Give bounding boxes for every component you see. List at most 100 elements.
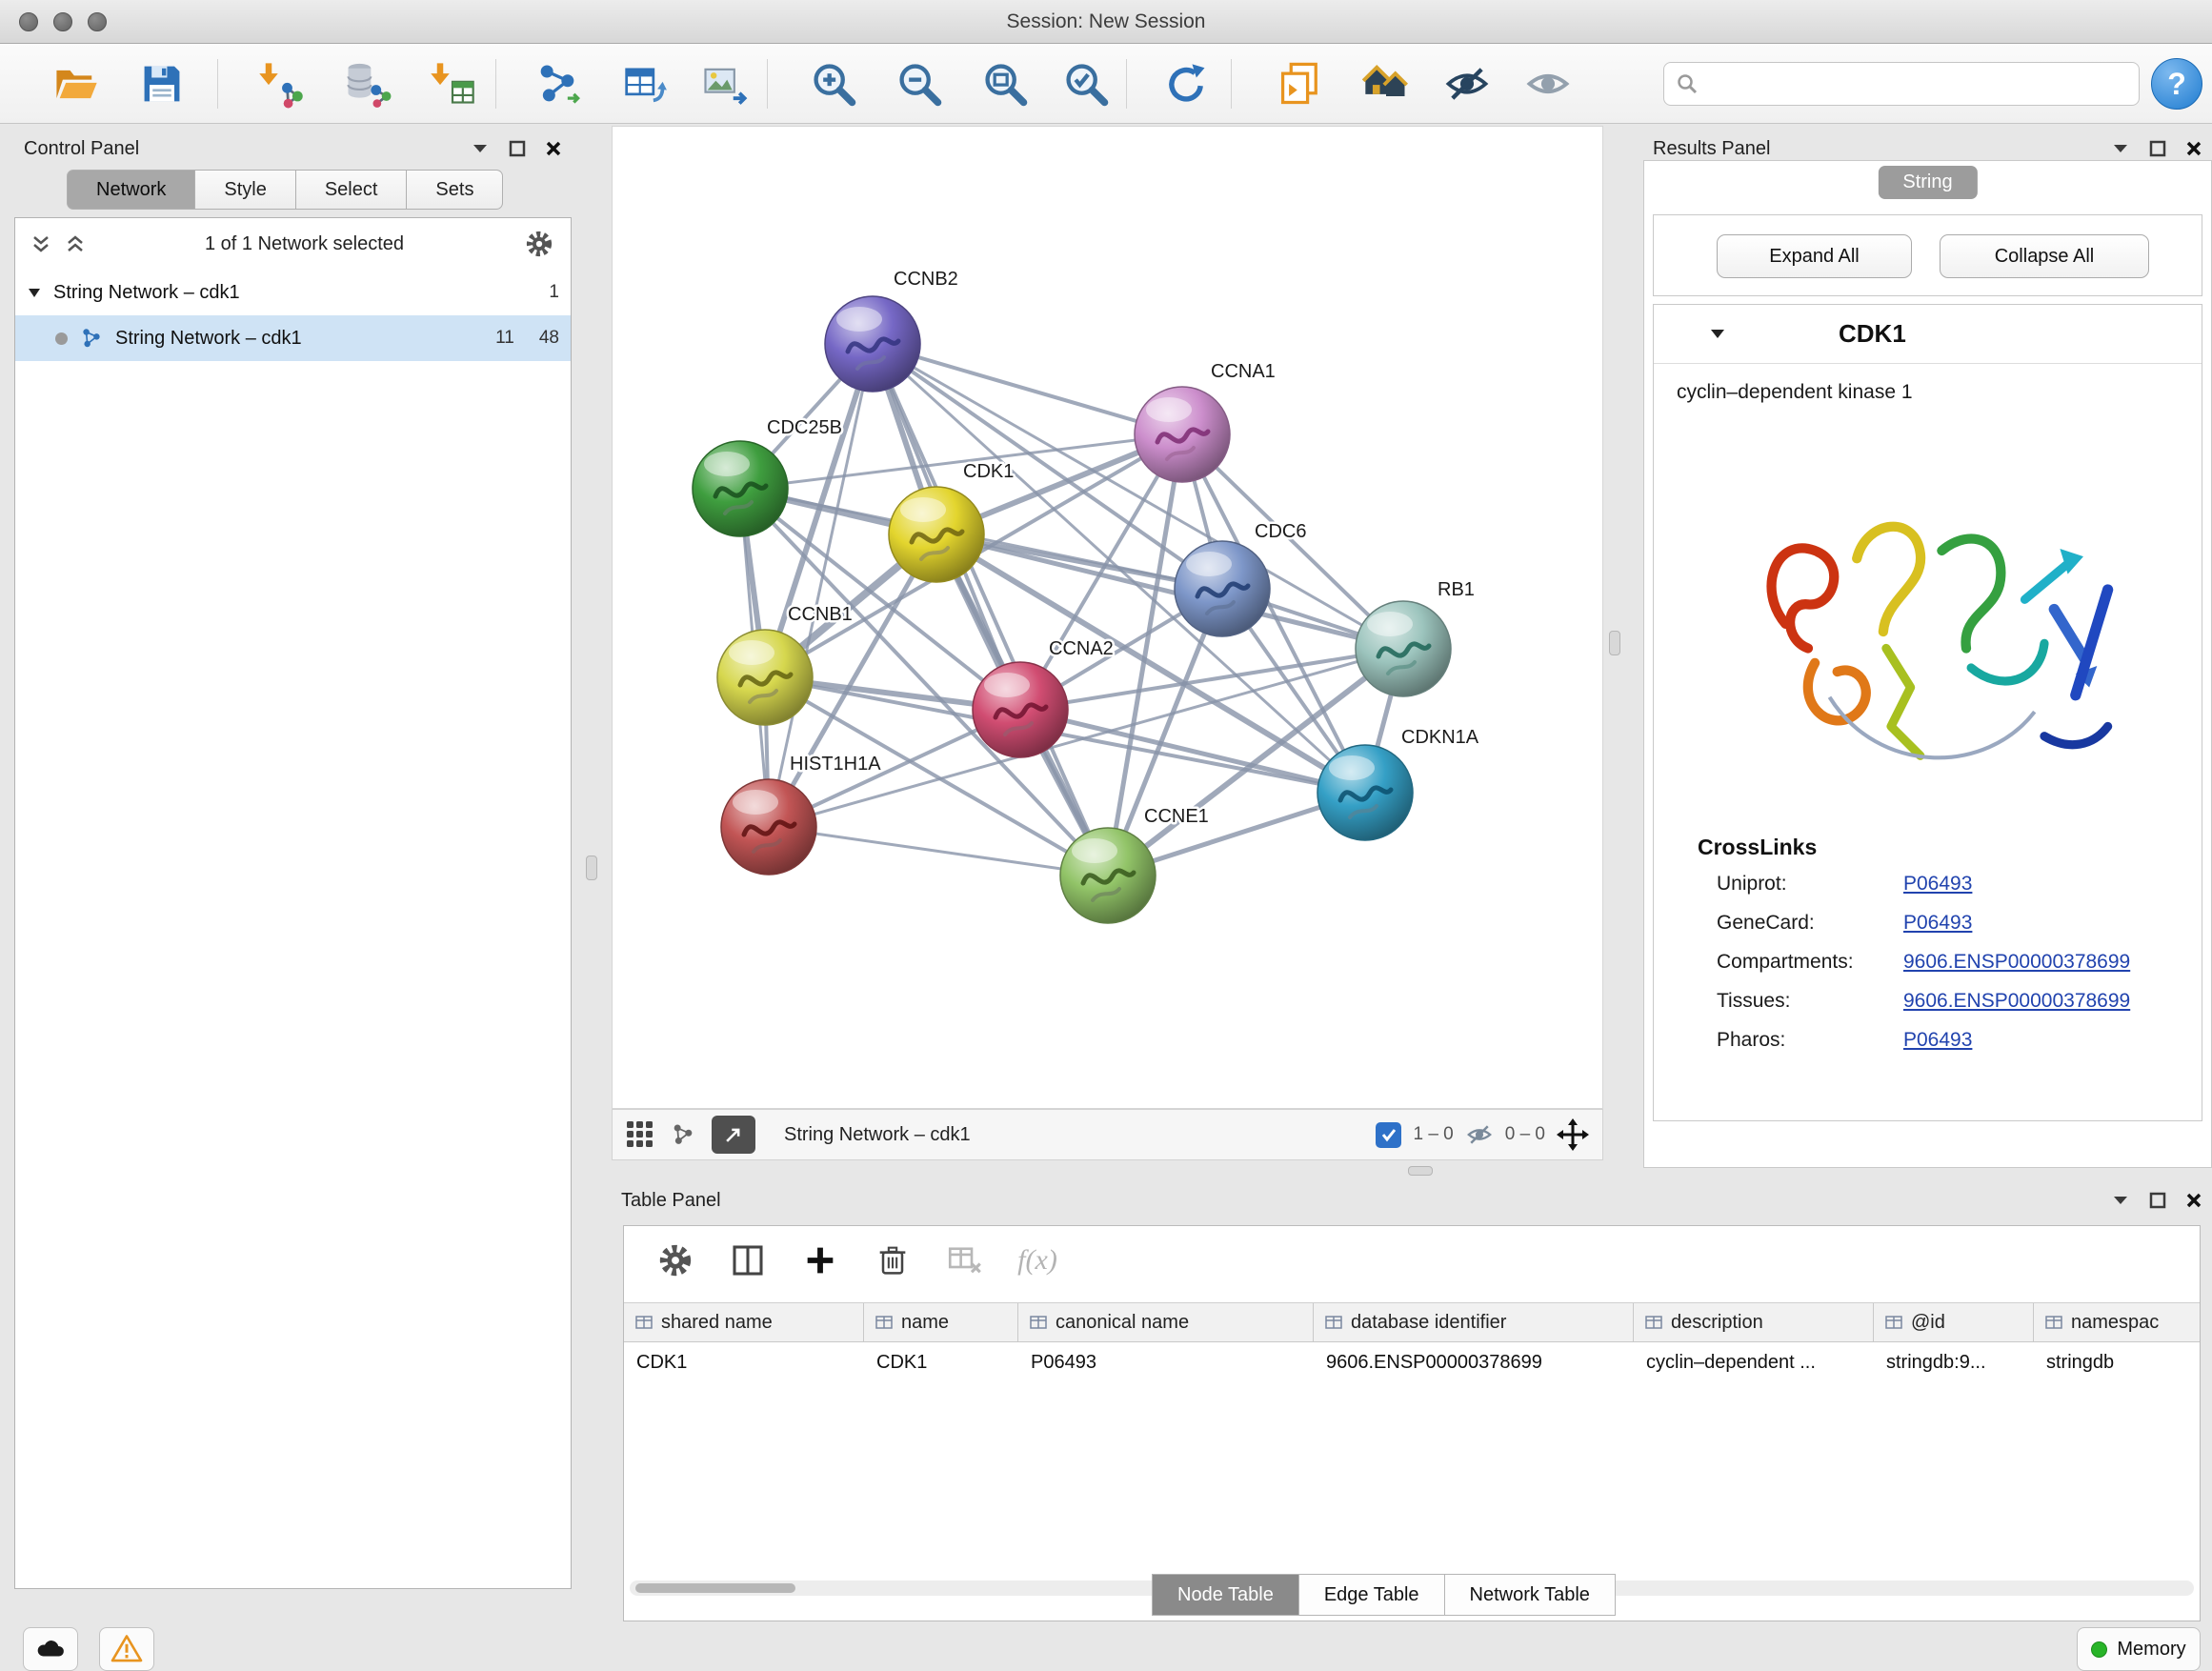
table-panel-menu-button[interactable] xyxy=(2111,1194,2130,1207)
tab-sets[interactable]: Sets xyxy=(407,170,503,210)
results-panel-title: Results Panel xyxy=(1653,138,1770,160)
collapse-all-button[interactable]: Collapse All xyxy=(1940,234,2149,278)
control-panel-close-button[interactable] xyxy=(545,140,562,157)
results-panel-float-button[interactable] xyxy=(2149,140,2166,157)
network-share-button[interactable] xyxy=(670,1121,696,1148)
network-row[interactable]: String Network – cdk1 11 48 xyxy=(15,315,571,361)
column-header-id[interactable]: @id xyxy=(1874,1303,2034,1341)
cloud-status-button[interactable] xyxy=(23,1627,78,1671)
column-header-namespace[interactable]: namespac xyxy=(2034,1303,2200,1341)
save-session-button[interactable] xyxy=(133,55,191,112)
results-tab-string[interactable]: String xyxy=(1878,166,1977,199)
protein-disclosure-icon[interactable] xyxy=(1709,328,1726,340)
import-table-from-file-button[interactable] xyxy=(424,55,481,112)
homes-button[interactable] xyxy=(1357,55,1415,112)
tab-edge-table[interactable]: Edge Table xyxy=(1299,1574,1445,1616)
search-icon xyxy=(1676,72,1699,95)
export-image-button[interactable] xyxy=(695,55,753,112)
table-panel-float-button[interactable] xyxy=(2149,1192,2166,1209)
cell-id[interactable]: stringdb:9... xyxy=(1874,1352,2034,1374)
search-input[interactable] xyxy=(1706,73,2127,95)
memory-button[interactable]: Memory xyxy=(2077,1627,2201,1671)
cell-name[interactable]: CDK1 xyxy=(864,1352,1018,1374)
birdseye-grid-button[interactable] xyxy=(626,1120,654,1149)
import-network-from-file-button[interactable] xyxy=(252,55,310,112)
maximize-window-button[interactable] xyxy=(88,12,107,31)
column-header-name[interactable]: name xyxy=(864,1303,1018,1341)
crosslink-pharos-link[interactable]: P06493 xyxy=(1903,1029,2193,1052)
network-edge-CCNB2-CCNA1[interactable] xyxy=(873,344,1182,434)
column-header-description[interactable]: description xyxy=(1634,1303,1874,1341)
network-graph[interactable]: CCNB2CCNA1CDC25BCDK1CDC6RB1CCNB1CCNA2CDK… xyxy=(613,127,1602,1108)
create-table-button[interactable] xyxy=(614,55,672,112)
tab-node-table[interactable]: Node Table xyxy=(1152,1574,1299,1616)
close-window-button[interactable] xyxy=(19,12,38,31)
bottom-splitter-handle[interactable] xyxy=(1408,1166,1433,1176)
selected-checkbox-icon[interactable] xyxy=(1376,1122,1401,1148)
expand-all-button[interactable]: Expand All xyxy=(1717,234,1912,278)
cell-shared-name[interactable]: CDK1 xyxy=(624,1352,864,1374)
tab-select[interactable]: Select xyxy=(296,170,408,210)
expand-tree-button[interactable] xyxy=(30,234,51,253)
save-floppy-icon xyxy=(137,59,187,109)
control-panel-menu-button[interactable] xyxy=(471,142,490,155)
zoom-selected-button[interactable] xyxy=(1057,55,1115,112)
disclosure-triangle-icon[interactable] xyxy=(27,287,42,298)
protein-header[interactable]: CDK1 xyxy=(1654,305,2202,364)
column-header-database-identifier[interactable]: database identifier xyxy=(1314,1303,1634,1341)
zoom-fit-button[interactable] xyxy=(976,55,1034,112)
crosslink-genecard-link[interactable]: P06493 xyxy=(1903,912,2193,935)
column-header-shared-name[interactable]: shared name xyxy=(624,1303,864,1341)
hidden-eye-icon[interactable] xyxy=(1465,1120,1494,1149)
results-panel-menu-button[interactable] xyxy=(2111,142,2130,155)
table-horizontal-scrollbar-thumb[interactable] xyxy=(635,1583,795,1593)
crosslink-uniprot-link[interactable]: P06493 xyxy=(1903,873,2193,896)
network-options-gear-button[interactable] xyxy=(523,228,555,260)
network-edge-HIST1H1A-CCNE1[interactable] xyxy=(769,827,1108,876)
protein-name: CDK1 xyxy=(1839,319,1906,349)
documents-icon xyxy=(1276,59,1325,109)
collapse-tree-button[interactable] xyxy=(65,234,86,253)
import-from-ndex-button[interactable] xyxy=(1272,55,1329,112)
apply-layout-button[interactable] xyxy=(1157,55,1215,112)
table-panel-close-button[interactable] xyxy=(2185,1192,2202,1209)
hide-graphics-details-button[interactable] xyxy=(1438,55,1496,112)
tab-network[interactable]: Network xyxy=(67,170,195,210)
right-splitter-handle[interactable] xyxy=(1609,631,1620,655)
network-canvas[interactable]: CCNB2CCNA1CDC25BCDK1CDC6RB1CCNB1CCNA2CDK… xyxy=(612,126,1603,1109)
cell-canonical-name[interactable]: P06493 xyxy=(1018,1352,1314,1374)
add-column-button[interactable] xyxy=(797,1238,843,1283)
eye-slash-icon xyxy=(1442,59,1492,109)
pan-crosshair-button[interactable] xyxy=(1557,1118,1589,1151)
control-panel-float-button[interactable] xyxy=(509,140,526,157)
tab-network-table[interactable]: Network Table xyxy=(1445,1574,1616,1616)
network-edge-CCNA2-CDKN1A[interactable] xyxy=(1020,710,1365,793)
cell-database-identifier[interactable]: 9606.ENSP00000378699 xyxy=(1314,1352,1634,1374)
left-splitter-handle[interactable] xyxy=(586,856,597,880)
import-network-from-database-button[interactable] xyxy=(338,55,395,112)
open-session-button[interactable] xyxy=(48,55,105,112)
toggle-columns-button[interactable] xyxy=(725,1238,771,1283)
cell-description[interactable]: cyclin–dependent ... xyxy=(1634,1352,1874,1374)
cell-namespace[interactable]: stringdb xyxy=(2034,1352,2200,1374)
column-header-canonical-name[interactable]: canonical name xyxy=(1018,1303,1314,1341)
minimize-window-button[interactable] xyxy=(53,12,72,31)
table-settings-button[interactable] xyxy=(653,1238,698,1283)
crosslink-tissues-link[interactable]: 9606.ENSP00000378699 xyxy=(1903,990,2193,1013)
network-from-selection-button[interactable] xyxy=(529,55,586,112)
network-collection-row[interactable]: String Network – cdk1 1 xyxy=(15,270,571,315)
show-graphics-details-button[interactable] xyxy=(1519,55,1577,112)
tab-style[interactable]: Style xyxy=(195,170,295,210)
warnings-button[interactable] xyxy=(99,1627,154,1671)
help-button[interactable]: ? xyxy=(2151,58,2202,110)
open-in-new-window-button[interactable] xyxy=(712,1116,755,1154)
delete-column-button[interactable] xyxy=(870,1238,915,1283)
zoom-in-button[interactable] xyxy=(805,55,862,112)
toolbar-search[interactable] xyxy=(1663,62,2140,106)
network-edge-CCNB2-CCNE1[interactable] xyxy=(873,344,1108,876)
node-label-HIST1H1A: HIST1H1A xyxy=(790,754,881,775)
zoom-out-button[interactable] xyxy=(891,55,948,112)
table-row[interactable]: CDK1 CDK1 P06493 9606.ENSP00000378699 cy… xyxy=(624,1342,2200,1382)
results-panel-close-button[interactable] xyxy=(2185,140,2202,157)
crosslink-compartments-link[interactable]: 9606.ENSP00000378699 xyxy=(1903,951,2193,974)
